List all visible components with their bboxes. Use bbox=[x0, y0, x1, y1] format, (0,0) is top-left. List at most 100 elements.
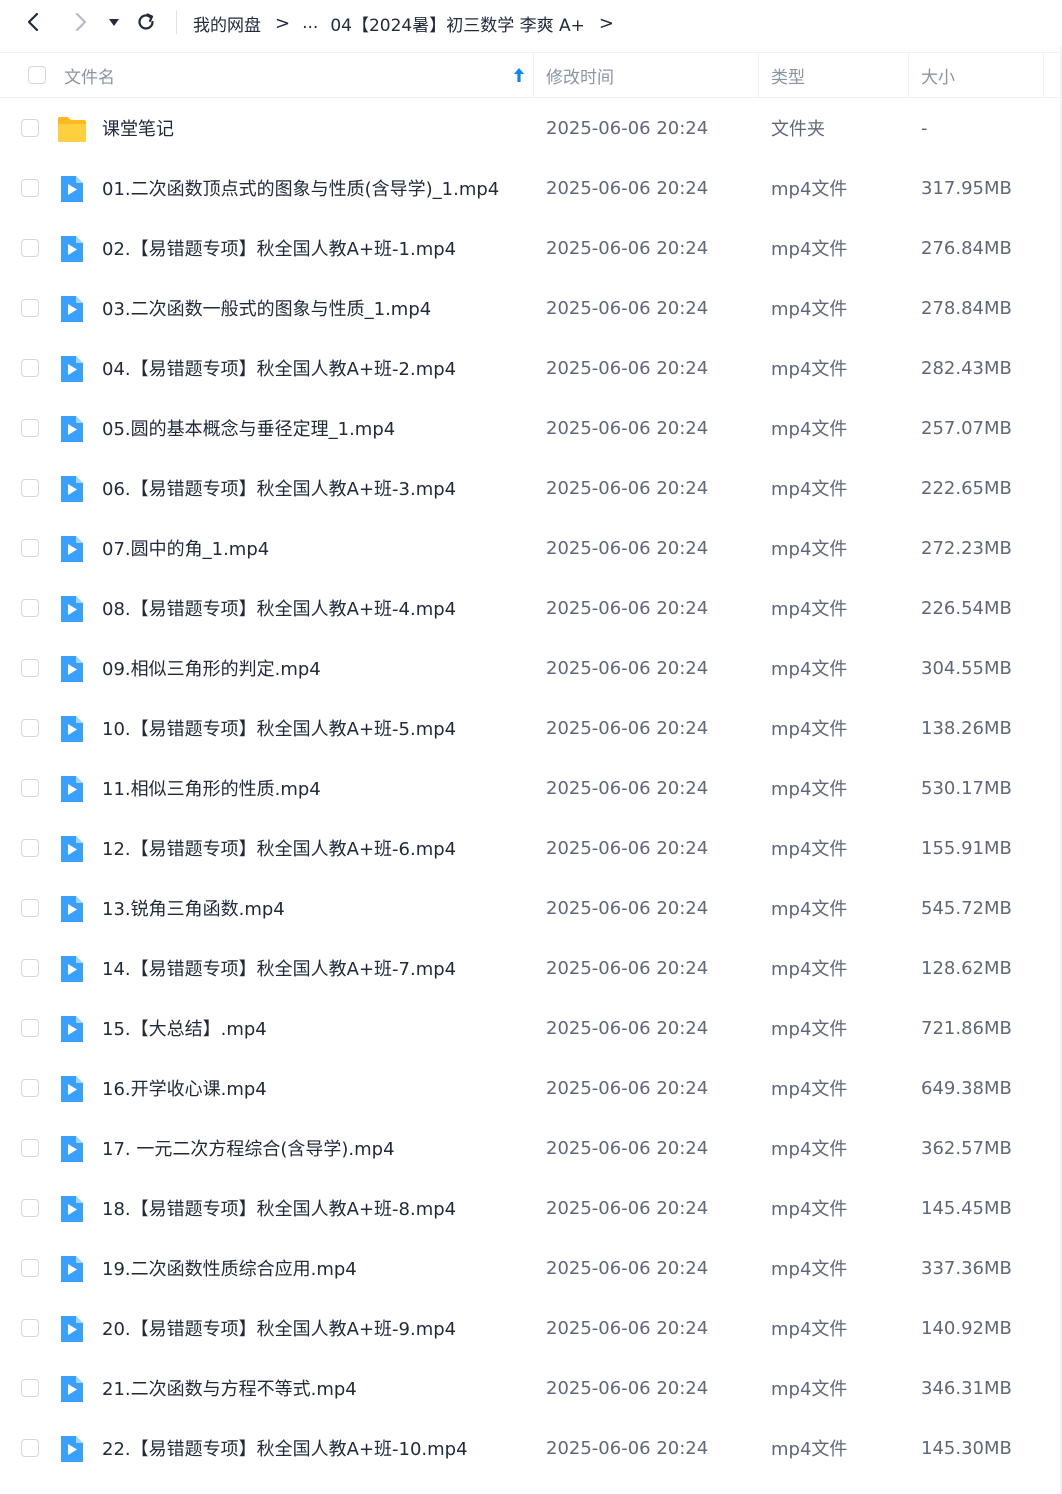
file-name[interactable]: 22.【易错题专项】秋全国人教A+班-10.mp4 bbox=[102, 1418, 468, 1478]
file-row[interactable]: 20.【易错题专项】秋全国人教A+班-9.mp4 2025-06-06 20:24… bbox=[0, 1298, 1062, 1358]
row-checkbox[interactable] bbox=[21, 1199, 39, 1217]
column-header-size[interactable]: 大小 bbox=[921, 53, 955, 97]
file-name[interactable]: 05.圆的基本概念与垂径定理_1.mp4 bbox=[102, 398, 395, 458]
video-file-icon bbox=[57, 475, 87, 503]
row-checkbox[interactable] bbox=[21, 719, 39, 737]
file-name[interactable]: 02.【易错题专项】秋全国人教A+班-1.mp4 bbox=[102, 218, 456, 278]
file-name[interactable]: 16.开学收心课.mp4 bbox=[102, 1058, 267, 1118]
row-checkbox[interactable] bbox=[21, 1139, 39, 1157]
file-name[interactable]: 21.二次函数与方程不等式.mp4 bbox=[102, 1358, 357, 1418]
file-row[interactable]: 09.相似三角形的判定.mp4 2025-06-06 20:24 mp4文件 304.… bbox=[0, 638, 1062, 698]
file-name[interactable]: 06.【易错题专项】秋全国人教A+班-3.mp4 bbox=[102, 458, 456, 518]
file-name[interactable]: 13.锐角三角函数.mp4 bbox=[102, 878, 285, 938]
file-row[interactable]: 课堂笔记 2025-06-06 20:24 文件夹 - bbox=[0, 98, 1062, 158]
row-checkbox[interactable] bbox=[21, 1319, 39, 1337]
file-row[interactable]: 13.锐角三角函数.mp4 2025-06-06 20:24 mp4文件 545.72… bbox=[0, 878, 1062, 938]
row-checkbox[interactable] bbox=[21, 1379, 39, 1397]
select-all-checkbox[interactable] bbox=[28, 66, 46, 84]
column-header-name[interactable]: 文件名 bbox=[64, 53, 115, 97]
column-divider[interactable] bbox=[533, 53, 534, 97]
row-checkbox[interactable] bbox=[21, 179, 39, 197]
refresh-button[interactable] bbox=[132, 8, 160, 36]
file-type: mp4文件 bbox=[771, 239, 848, 260]
history-dropdown-button[interactable] bbox=[102, 8, 126, 36]
file-name[interactable]: 12.【易错题专项】秋全国人教A+班-6.mp4 bbox=[102, 818, 456, 878]
file-row[interactable]: 17. 一元二次方程综合(含导学).mp4 2025-06-06 20:24 mp4… bbox=[0, 1118, 1062, 1178]
file-row[interactable]: 05.圆的基本概念与垂径定理_1.mp4 2025-06-06 20:24 mp4文… bbox=[0, 398, 1062, 458]
file-name[interactable]: 17. 一元二次方程综合(含导学).mp4 bbox=[102, 1118, 395, 1178]
file-name[interactable]: 07.圆中的角_1.mp4 bbox=[102, 518, 269, 578]
file-name[interactable]: 15.【大总结】.mp4 bbox=[102, 998, 267, 1058]
column-divider[interactable] bbox=[758, 53, 759, 97]
row-checkbox[interactable] bbox=[21, 599, 39, 617]
file-row[interactable]: 18.【易错题专项】秋全国人教A+班-8.mp4 2025-06-06 20:24… bbox=[0, 1178, 1062, 1238]
breadcrumb-current[interactable]: 04【2024暑】初三数学 李爽 A+ bbox=[330, 11, 585, 36]
breadcrumb-ellipsis[interactable]: ... bbox=[302, 13, 318, 33]
file-row[interactable]: 19.二次函数性质综合应用.mp4 2025-06-06 20:24 mp4文件 33… bbox=[0, 1238, 1062, 1298]
row-checkbox[interactable] bbox=[21, 539, 39, 557]
file-row[interactable]: 08.【易错题专项】秋全国人教A+班-4.mp4 2025-06-06 20:24… bbox=[0, 578, 1062, 638]
file-name[interactable]: 20.【易错题专项】秋全国人教A+班-9.mp4 bbox=[102, 1298, 456, 1358]
row-checkbox[interactable] bbox=[21, 119, 39, 137]
file-name[interactable]: 10.【易错题专项】秋全国人教A+班-5.mp4 bbox=[102, 698, 456, 758]
row-checkbox[interactable] bbox=[21, 959, 39, 977]
file-row[interactable]: 22.【易错题专项】秋全国人教A+班-10.mp4 2025-06-06 20:2… bbox=[0, 1418, 1062, 1478]
row-checkbox[interactable] bbox=[21, 1259, 39, 1277]
file-name[interactable]: 08.【易错题专项】秋全国人教A+班-4.mp4 bbox=[102, 578, 456, 638]
file-name[interactable]: 03.二次函数一般式的图象与性质_1.mp4 bbox=[102, 278, 431, 338]
file-name[interactable]: 04.【易错题专项】秋全国人教A+班-2.mp4 bbox=[102, 338, 456, 398]
file-row[interactable]: 04.【易错题专项】秋全国人教A+班-2.mp4 2025-06-06 20:24… bbox=[0, 338, 1062, 398]
row-checkbox[interactable] bbox=[21, 899, 39, 917]
file-name[interactable]: 19.二次函数性质综合应用.mp4 bbox=[102, 1238, 357, 1298]
video-file-icon bbox=[57, 1075, 87, 1103]
row-checkbox[interactable] bbox=[21, 419, 39, 437]
row-checkbox[interactable] bbox=[21, 659, 39, 677]
video-file-icon bbox=[57, 415, 87, 443]
file-row[interactable]: 06.【易错题专项】秋全国人教A+班-3.mp4 2025-06-06 20:24… bbox=[0, 458, 1062, 518]
column-divider[interactable] bbox=[908, 53, 909, 97]
file-row[interactable]: 16.开学收心课.mp4 2025-06-06 20:24 mp4文件 649.38M… bbox=[0, 1058, 1062, 1118]
row-checkbox[interactable] bbox=[21, 779, 39, 797]
file-row[interactable]: 14.【易错题专项】秋全国人教A+班-7.mp4 2025-06-06 20:24… bbox=[0, 938, 1062, 998]
file-name[interactable]: 01.二次函数顶点式的图象与性质(含导学)_1.mp4 bbox=[102, 158, 499, 218]
file-row[interactable]: 21.二次函数与方程不等式.mp4 2025-06-06 20:24 mp4文件 34… bbox=[0, 1358, 1062, 1418]
file-row[interactable]: 10.【易错题专项】秋全国人教A+班-5.mp4 2025-06-06 20:24… bbox=[0, 698, 1062, 758]
column-divider[interactable] bbox=[1043, 53, 1044, 97]
file-row[interactable]: 03.二次函数一般式的图象与性质_1.mp4 2025-06-06 20:24 mp… bbox=[0, 278, 1062, 338]
row-checkbox[interactable] bbox=[21, 299, 39, 317]
video-file-icon bbox=[57, 1135, 87, 1163]
row-checkbox[interactable] bbox=[21, 839, 39, 857]
file-name[interactable]: 18.【易错题专项】秋全国人教A+班-8.mp4 bbox=[102, 1178, 456, 1238]
file-list-header: 文件名 修改时间 类型 大小 bbox=[0, 52, 1062, 98]
file-name[interactable]: 11.相似三角形的性质.mp4 bbox=[102, 758, 321, 818]
file-row[interactable]: 15.【大总结】.mp4 2025-06-06 20:24 mp4文件 721.86M… bbox=[0, 998, 1062, 1058]
video-file-icon bbox=[57, 1195, 87, 1223]
file-row[interactable]: 11.相似三角形的性质.mp4 2025-06-06 20:24 mp4文件 530.… bbox=[0, 758, 1062, 818]
row-checkbox[interactable] bbox=[21, 359, 39, 377]
file-name[interactable]: 14.【易错题专项】秋全国人教A+班-7.mp4 bbox=[102, 938, 456, 998]
back-button[interactable] bbox=[20, 8, 48, 36]
file-row[interactable]: 01.二次函数顶点式的图象与性质(含导学)_1.mp4 2025-06-06 20… bbox=[0, 158, 1062, 218]
breadcrumb-root[interactable]: 我的网盘 bbox=[193, 11, 261, 36]
file-mtime: 2025-06-06 20:24 bbox=[546, 297, 709, 319]
file-name[interactable]: 09.相似三角形的判定.mp4 bbox=[102, 638, 321, 698]
file-mtime: 2025-06-06 20:24 bbox=[546, 597, 709, 619]
sort-ascending-icon[interactable] bbox=[512, 67, 526, 83]
file-name[interactable]: 课堂笔记 bbox=[102, 98, 174, 158]
video-file-icon bbox=[57, 595, 87, 623]
column-header-type[interactable]: 类型 bbox=[771, 53, 805, 97]
file-row[interactable]: 12.【易错题专项】秋全国人教A+班-6.mp4 2025-06-06 20:24… bbox=[0, 818, 1062, 878]
row-checkbox[interactable] bbox=[21, 1019, 39, 1037]
row-checkbox[interactable] bbox=[21, 1439, 39, 1457]
forward-button[interactable] bbox=[66, 8, 94, 36]
file-type: 文件夹 bbox=[771, 119, 825, 140]
file-row[interactable]: 07.圆中的角_1.mp4 2025-06-06 20:24 mp4文件 272.23… bbox=[0, 518, 1062, 578]
file-size: 222.65MB bbox=[921, 477, 1012, 499]
column-header-mtime[interactable]: 修改时间 bbox=[546, 53, 614, 97]
video-file-icon bbox=[57, 1015, 87, 1043]
file-row[interactable]: 02.【易错题专项】秋全国人教A+班-1.mp4 2025-06-06 20:24… bbox=[0, 218, 1062, 278]
row-checkbox[interactable] bbox=[21, 479, 39, 497]
row-checkbox[interactable] bbox=[21, 1079, 39, 1097]
row-checkbox[interactable] bbox=[21, 239, 39, 257]
file-mtime: 2025-06-06 20:24 bbox=[546, 957, 709, 979]
